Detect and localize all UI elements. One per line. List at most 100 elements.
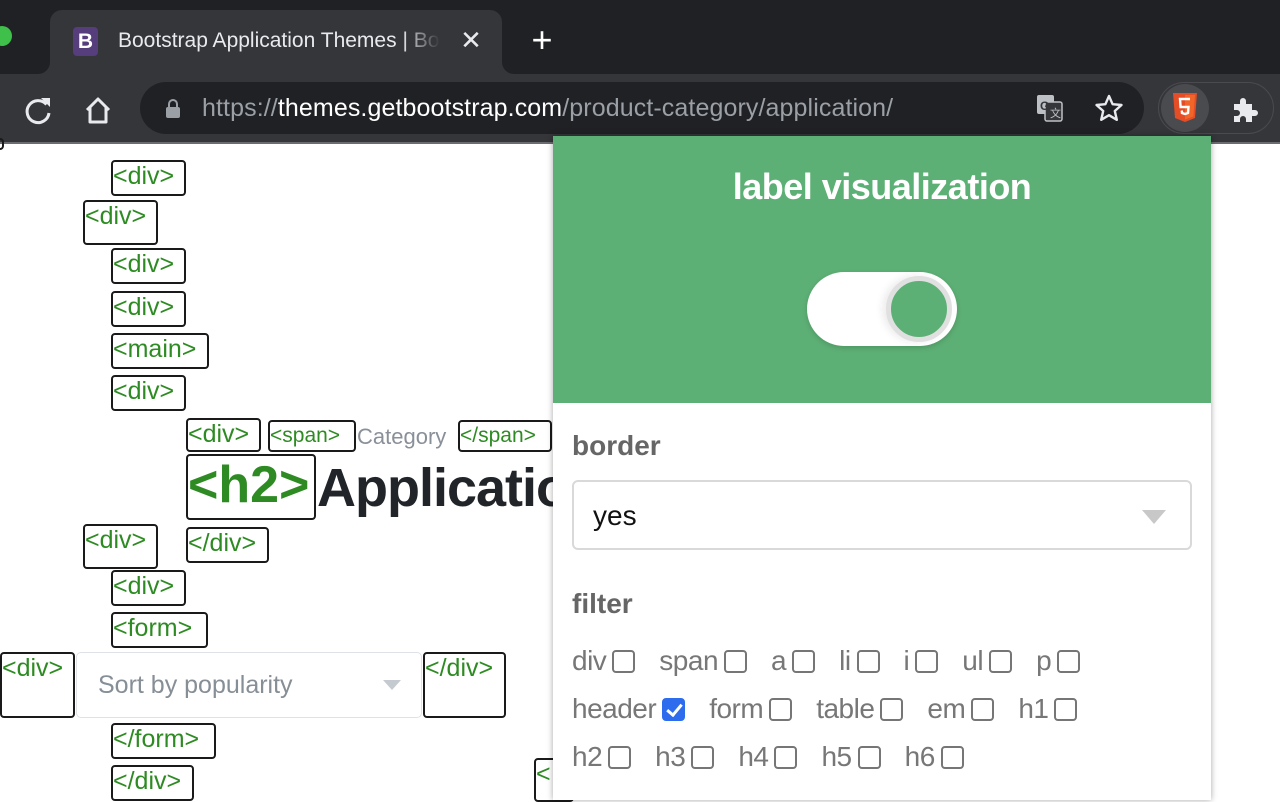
lock-icon[interactable] (166, 98, 180, 118)
filter-checkbox[interactable] (1054, 697, 1078, 721)
filter-label-text: table (816, 693, 875, 724)
address-bar[interactable]: https://themes.getbootstrap.com/product-… (140, 82, 1144, 134)
filter-checkbox-checked[interactable] (662, 697, 686, 721)
toggle-knob[interactable] (886, 276, 952, 342)
tag-label-div: <div> (186, 418, 261, 452)
filter-row: h2 h3 h4 h5 h6 (572, 740, 988, 774)
filter-checkbox[interactable] (691, 745, 715, 769)
filter-label-text: div (572, 645, 607, 676)
new-tab-button[interactable]: + (526, 22, 558, 58)
filter-label-text: header (572, 693, 657, 724)
filter-label-text: ul (962, 645, 984, 676)
tag-label-fragment (0, 138, 4, 150)
filter-label-text: span (659, 645, 719, 676)
filter-div[interactable]: div (572, 645, 636, 677)
filter-checkbox[interactable] (940, 745, 964, 769)
filter-label-text: h5 (821, 741, 852, 772)
url-text[interactable]: https://themes.getbootstrap.com/product-… (202, 94, 893, 123)
tag-label-div-close: </div> (111, 765, 194, 801)
tag-label-span-close: </span> (458, 420, 552, 452)
browser-toolbar: https://themes.getbootstrap.com/product-… (0, 74, 1280, 144)
filter-label-text: i (903, 645, 910, 676)
translate-icon[interactable]: G 文 (1036, 94, 1064, 122)
html5-extension-button[interactable] (1161, 84, 1209, 132)
filter-span[interactable]: span (659, 645, 748, 677)
filter-li[interactable]: li (839, 645, 880, 677)
filter-a[interactable]: a (771, 645, 816, 677)
tab-active[interactable]: B Bootstrap Application Themes | Bootstr… (50, 10, 502, 74)
filter-form[interactable]: form (709, 693, 793, 725)
sort-select[interactable]: Sort by popularity (76, 652, 422, 718)
filter-checkbox[interactable] (612, 649, 636, 673)
tag-label-form: <form> (111, 612, 208, 648)
tag-label-div: <div> (0, 652, 75, 718)
home-icon[interactable] (82, 94, 114, 126)
chevron-down-icon (1142, 510, 1166, 524)
filter-checkbox[interactable] (792, 649, 816, 673)
filter-h3[interactable]: h3 (655, 741, 715, 773)
tab-strip: B Bootstrap Application Themes | Bootstr… (0, 0, 1280, 74)
label-visualization-toggle[interactable] (807, 272, 957, 346)
tag-label-div: <div> (83, 524, 158, 569)
tag-label-div: <div> (111, 570, 186, 606)
extensions-area (1158, 82, 1274, 134)
tab-title: Bootstrap Application Themes | Bootstrap (118, 29, 440, 52)
tag-label-h2: <h2> (186, 454, 316, 520)
filter-h1[interactable]: h1 (1018, 693, 1078, 725)
tag-label-div-close: </div> (423, 652, 506, 718)
extensions-puzzle-icon[interactable] (1231, 95, 1259, 123)
filter-em[interactable]: em (927, 693, 995, 725)
filter-h6[interactable]: h6 (905, 741, 964, 773)
tag-label-div: <div> (111, 291, 186, 327)
url-path: /product-category/application/ (562, 94, 894, 122)
filter-label: filter (572, 588, 633, 619)
filter-h4[interactable]: h4 (738, 741, 798, 773)
popup-title: label visualization (732, 166, 1032, 207)
filter-label-text: h2 (572, 741, 603, 772)
svg-text:文: 文 (1050, 106, 1061, 120)
filter-header[interactable]: header (572, 693, 686, 725)
border-select-value: yes (593, 500, 637, 531)
tag-label-div: <div> (111, 375, 186, 411)
reload-icon[interactable] (22, 94, 54, 126)
popup-header: label visualization (553, 136, 1211, 403)
extension-popup: label visualization border yes filter di… (553, 136, 1211, 800)
tag-label-form-close: </form> (111, 723, 216, 759)
border-select[interactable]: yes (572, 480, 1192, 550)
filter-label-text: em (927, 693, 966, 724)
filter-checkbox[interactable] (857, 745, 881, 769)
filter-checkbox[interactable] (989, 649, 1013, 673)
category-text: Category (357, 424, 447, 449)
bookmark-star-icon[interactable] (1094, 93, 1124, 123)
filter-ul[interactable]: ul (962, 645, 1013, 677)
filter-label-text: h6 (904, 741, 936, 772)
filter-checkbox[interactable] (856, 649, 880, 673)
filter-label-text: a (771, 645, 787, 676)
tag-label-div: <div> (83, 200, 158, 245)
filter-checkbox[interactable] (971, 697, 995, 721)
filter-checkbox[interactable] (608, 745, 632, 769)
filter-h5[interactable]: h5 (821, 741, 881, 773)
filter-label-text: p (1036, 645, 1052, 676)
filter-table[interactable]: table (816, 693, 904, 725)
filter-checkbox[interactable] (1057, 649, 1081, 673)
filter-label-text: li (839, 645, 851, 676)
window-maximize-button[interactable] (0, 26, 12, 46)
filter-label-text: form (709, 693, 764, 724)
tag-label-span: <span> (268, 420, 356, 452)
tab-close-icon[interactable]: ✕ (458, 25, 484, 55)
filter-label-text: h1 (1018, 693, 1049, 724)
filter-checkbox[interactable] (769, 697, 793, 721)
filter-h2[interactable]: h2 (572, 741, 632, 773)
tag-label-div-close: </div> (186, 527, 269, 563)
filter-checkbox[interactable] (880, 697, 904, 721)
chevron-down-icon (383, 680, 401, 690)
filter-checkbox[interactable] (774, 745, 798, 769)
filter-label-text: h4 (738, 741, 769, 772)
filter-checkbox[interactable] (724, 649, 748, 673)
filter-p[interactable]: p (1036, 645, 1081, 677)
filter-checkbox[interactable] (915, 649, 939, 673)
url-scheme: https:// (202, 94, 278, 122)
filter-label-text: h3 (655, 741, 686, 772)
filter-i[interactable]: i (904, 645, 939, 677)
